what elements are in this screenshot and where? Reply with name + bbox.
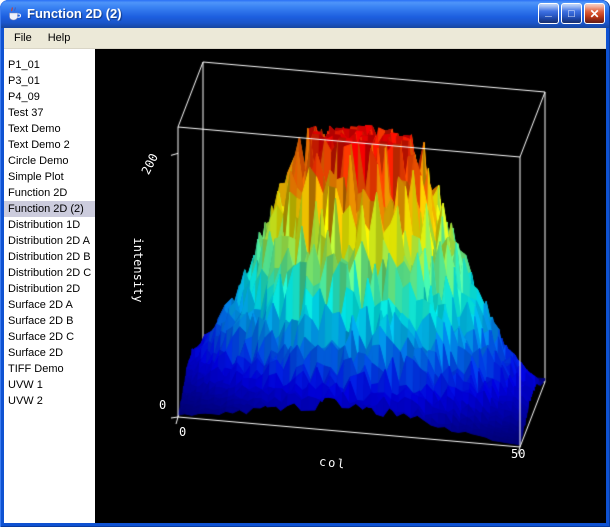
- sidebar-item[interactable]: Text Demo: [4, 121, 95, 137]
- sidebar-item[interactable]: Surface 2D A: [4, 297, 95, 313]
- sidebar-item[interactable]: Surface 2D B: [4, 313, 95, 329]
- minimize-icon: _: [545, 4, 552, 18]
- sidebar-item[interactable]: Distribution 2D: [4, 281, 95, 297]
- menu-bar: File Help: [4, 28, 606, 49]
- minimize-button[interactable]: _: [538, 3, 559, 24]
- window-title: Function 2D (2): [27, 6, 533, 21]
- titlebar[interactable]: Function 2D (2) _ □ ✕: [0, 0, 610, 28]
- plot-area: 200 intensity 0 0 col 50: [95, 49, 606, 523]
- surface-plot-canvas[interactable]: [95, 49, 606, 523]
- main-content: P1_01P3_01P4_09Test 37Text DemoText Demo…: [4, 49, 606, 523]
- sidebar-item[interactable]: Simple Plot: [4, 169, 95, 185]
- java-app-icon: [6, 6, 22, 22]
- sidebar-item[interactable]: Distribution 2D A: [4, 233, 95, 249]
- maximize-button[interactable]: □: [561, 3, 582, 24]
- sidebar-item[interactable]: Surface 2D C: [4, 329, 95, 345]
- sidebar-item[interactable]: Distribution 2D B: [4, 249, 95, 265]
- sidebar-item[interactable]: Function 2D (2): [4, 201, 95, 217]
- sidebar-item[interactable]: P3_01: [4, 73, 95, 89]
- window-controls: _ □ ✕: [538, 3, 605, 24]
- maximize-icon: □: [568, 8, 575, 20]
- sidebar-item[interactable]: UVW 2: [4, 393, 95, 409]
- sidebar-item[interactable]: P4_09: [4, 89, 95, 105]
- sidebar-item[interactable]: Function 2D: [4, 185, 95, 201]
- sidebar-item[interactable]: Test 37: [4, 105, 95, 121]
- sidebar-item[interactable]: Text Demo 2: [4, 137, 95, 153]
- sidebar-item[interactable]: Surface 2D: [4, 345, 95, 361]
- plot-list: P1_01P3_01P4_09Test 37Text DemoText Demo…: [4, 49, 95, 523]
- sidebar-item[interactable]: Distribution 1D: [4, 217, 95, 233]
- sidebar-item[interactable]: TIFF Demo: [4, 361, 95, 377]
- menu-file[interactable]: File: [6, 29, 40, 47]
- sidebar-item[interactable]: P1_01: [4, 57, 95, 73]
- menu-help[interactable]: Help: [40, 29, 79, 47]
- sidebar-item[interactable]: Circle Demo: [4, 153, 95, 169]
- sidebar-item[interactable]: Distribution 2D C: [4, 265, 95, 281]
- app-window: Function 2D (2) _ □ ✕ File Help P1_01P3_…: [0, 0, 610, 527]
- sidebar-item[interactable]: UVW 1: [4, 377, 95, 393]
- close-button[interactable]: ✕: [584, 3, 605, 24]
- close-icon: ✕: [589, 7, 599, 21]
